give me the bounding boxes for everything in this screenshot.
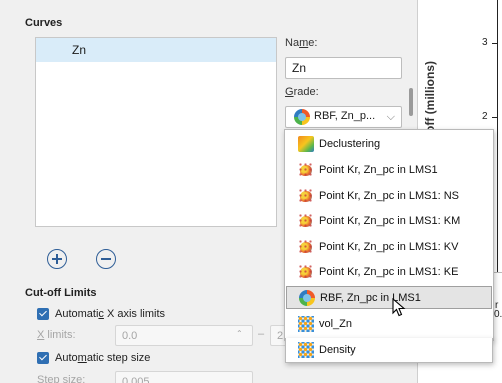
grid-declustering-icon: [298, 135, 314, 152]
name-field[interactable]: Zn: [285, 57, 402, 79]
grade-option-point-kr[interactable]: Point Kr, Zn_pc in LMS1: [286, 158, 492, 181]
grade-option-rbf[interactable]: RBF, Zn_pc in LMS1: [286, 286, 492, 309]
rbf-icon: [294, 109, 310, 125]
y-tick: [492, 43, 497, 44]
rbf-icon: [299, 289, 315, 306]
x-limits-separator: –: [258, 328, 265, 340]
step-size-label: Step size:: [37, 374, 86, 383]
grade-option-density[interactable]: Density: [285, 338, 493, 363]
checkbox-checked-icon: [37, 352, 49, 364]
point-kriging-icon: [298, 263, 314, 280]
x-limits-label: X limits:: [37, 329, 76, 341]
grade-option-point-kr-kv[interactable]: Point Kr, Zn_pc in LMS1: KV: [286, 235, 492, 258]
name-label: Name:: [285, 37, 318, 49]
volume-points-icon: [298, 342, 314, 358]
checkbox-checked-icon: [37, 308, 49, 320]
point-kriging-icon: [298, 161, 314, 178]
auto-step-size-label: Automatic step size: [55, 352, 151, 364]
auto-x-limits-label: Automatic X axis limits: [55, 308, 166, 320]
list-item[interactable]: Zn: [36, 38, 276, 62]
curves-list[interactable]: Zn: [35, 37, 277, 227]
point-kriging-icon: [298, 238, 314, 255]
auto-step-size-checkbox[interactable]: Automatic step size: [37, 352, 150, 364]
y-tick-label: 3: [482, 37, 488, 48]
mouse-pointer-icon: [392, 298, 406, 317]
x-min-field[interactable]: 0.0: [115, 325, 253, 346]
cutoff-section-title: Cut-off Limits: [25, 287, 97, 299]
auto-x-limits-checkbox[interactable]: Automatic X axis limits: [37, 308, 165, 320]
curves-section-title: Curves: [25, 17, 63, 29]
step-size-field[interactable]: 0.005: [115, 371, 253, 383]
grade-option-declustering[interactable]: Declustering: [286, 132, 492, 155]
volume-points-icon: [298, 315, 314, 332]
grade-option-point-kr-km[interactable]: Point Kr, Zn_pc in LMS1: KM: [286, 209, 492, 232]
y-axis-line: [497, 0, 498, 272]
grade-selected-value: RBF, Zn_p...: [314, 110, 376, 122]
y-tick: [492, 117, 497, 118]
chevron-down-icon: ⌵: [386, 111, 395, 123]
point-kriging-icon: [298, 212, 314, 229]
grade-dropdown[interactable]: RBF, Zn_p... ⌵: [285, 106, 402, 128]
grade-option-point-kr-ke[interactable]: Point Kr, Zn_pc in LMS1: KE: [286, 260, 492, 283]
grade-option-vol-zn[interactable]: vol_Zn: [286, 312, 492, 335]
y-tick-label: 2: [482, 111, 488, 122]
x-tick-label: 0.0: [494, 309, 502, 320]
remove-curve-button[interactable]: [96, 249, 116, 269]
point-kriging-icon: [298, 187, 314, 204]
grade-option-point-kr-ns[interactable]: Point Kr, Zn_pc in LMS1: NS: [286, 184, 492, 207]
x-min-spinner-icon[interactable]: ⌃: [236, 329, 243, 338]
add-curve-button[interactable]: [47, 249, 67, 269]
grade-label: Grade:: [285, 86, 319, 98]
panel-scrollbar[interactable]: [409, 88, 413, 116]
grade-dropdown-list: Declustering Point Kr, Zn_pc in LMS1 Poi…: [284, 129, 494, 341]
